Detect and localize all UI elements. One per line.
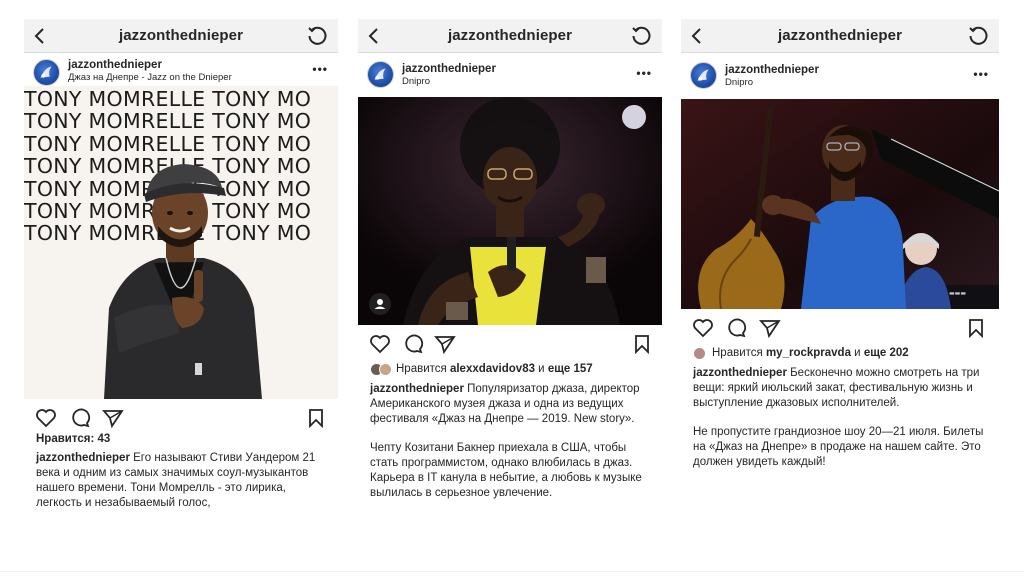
post-location[interactable]: Dnipro: [725, 77, 999, 88]
avatar[interactable]: [690, 62, 717, 89]
send-icon[interactable]: [434, 334, 456, 354]
post-card-3: jazzonthednieper jazzonthednieper Dnipro…: [681, 19, 999, 470]
post-location[interactable]: Dnipro: [402, 76, 662, 87]
divider: [0, 571, 1024, 572]
performer-figure: [358, 97, 662, 325]
caption: jazzonthednieper Его называют Стиви Уанд…: [24, 445, 338, 511]
bookmark-icon[interactable]: [307, 408, 325, 428]
more-options-icon[interactable]: •••: [636, 66, 652, 80]
comment-icon[interactable]: [402, 334, 424, 354]
bookmark-icon[interactable]: [967, 318, 985, 338]
refresh-icon[interactable]: [630, 25, 652, 47]
top-bar-title: jazzonthednieper: [118, 27, 244, 44]
likes-count[interactable]: еще 202: [864, 347, 909, 359]
refresh-icon[interactable]: [967, 25, 989, 47]
top-bar-title: jazzonthednieper: [447, 27, 573, 44]
caption-username[interactable]: jazzonthednieper: [36, 452, 130, 464]
more-options-icon[interactable]: •••: [973, 67, 989, 81]
caption-username[interactable]: jazzonthednieper: [693, 367, 787, 379]
likes-count[interactable]: Нравится: 43: [24, 433, 338, 445]
refresh-icon[interactable]: [306, 25, 328, 47]
chevron-left-icon[interactable]: [32, 26, 48, 46]
avatar[interactable]: [367, 61, 394, 88]
likes-username[interactable]: my_rockpravda: [766, 347, 851, 359]
liker-avatar: [693, 346, 706, 360]
heart-icon[interactable]: [369, 334, 391, 354]
post-card-2: jazzonthednieper jazzonthednieper Dnipro…: [358, 19, 662, 501]
chevron-left-icon[interactable]: [689, 26, 705, 46]
likes-summary[interactable]: Нравится alexxdavidov83 и еще 157: [358, 359, 662, 379]
post-image[interactable]: TONY MOMRELLE TONY MO TONY MOMRELLE TONY…: [24, 86, 338, 399]
action-bar: [358, 325, 662, 359]
likes-count[interactable]: еще 157: [548, 363, 593, 375]
post-card-1: jazzonthednieper jazzonthednieper Джаз н…: [24, 19, 338, 511]
top-bar: jazzonthednieper: [681, 19, 999, 53]
top-bar: jazzonthednieper: [358, 19, 662, 53]
caption-paragraph: Чепту Козитани Бакнер приехала в США, чт…: [370, 442, 642, 499]
comment-icon[interactable]: [725, 318, 747, 338]
send-icon[interactable]: [102, 408, 124, 428]
performer-figure: [104, 164, 262, 399]
bookmark-icon[interactable]: [633, 334, 651, 354]
liker-avatar: [379, 362, 392, 376]
caption: jazzonthednieper Популяризатор джаза, ди…: [358, 379, 662, 501]
post-username[interactable]: jazzonthednieper: [725, 53, 999, 76]
heart-icon[interactable]: [35, 408, 57, 428]
likes-summary[interactable]: Нравится my_rockpravda и еще 202: [681, 343, 999, 363]
user-tag-icon[interactable]: [369, 293, 391, 315]
post-image[interactable]: [358, 97, 662, 325]
action-bar: [681, 309, 999, 343]
svg-text:▬▬▬: ▬▬▬: [949, 290, 966, 297]
comment-icon[interactable]: [69, 408, 91, 428]
post-location[interactable]: Джаз на Днепре - Jazz on the Dnieper: [68, 72, 338, 83]
likes-username[interactable]: alexxdavidov83: [450, 363, 535, 375]
caption-paragraph: Не пропустите грандиозное шоу 20—21 июля…: [693, 426, 984, 468]
action-bar: [24, 399, 338, 433]
avatar[interactable]: [33, 59, 60, 86]
performer-figure: ▬▬▬: [681, 99, 999, 309]
post-username[interactable]: jazzonthednieper: [68, 53, 338, 71]
send-icon[interactable]: [759, 318, 781, 338]
caption-username[interactable]: jazzonthednieper: [370, 383, 464, 395]
post-image[interactable]: ▬▬▬: [681, 99, 999, 309]
chevron-left-icon[interactable]: [366, 26, 382, 46]
more-options-icon[interactable]: •••: [312, 62, 328, 76]
post-header: jazzonthednieper Dnipro •••: [681, 53, 999, 99]
post-username[interactable]: jazzonthednieper: [402, 53, 662, 75]
top-bar: jazzonthednieper: [24, 19, 338, 53]
post-header: jazzonthednieper Dnipro •••: [358, 53, 662, 97]
heart-icon[interactable]: [692, 318, 714, 338]
top-bar-title: jazzonthednieper: [777, 27, 903, 44]
caption: jazzonthednieper Бесконечно можно смотре…: [681, 363, 999, 470]
